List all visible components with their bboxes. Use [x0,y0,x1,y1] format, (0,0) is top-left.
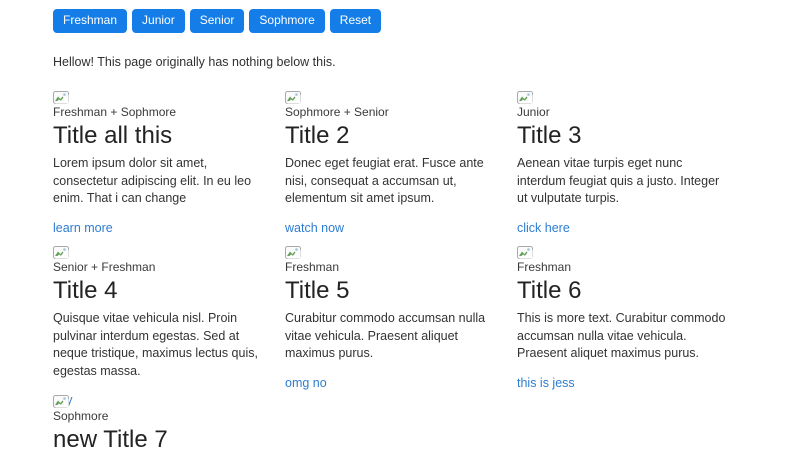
broken-image-icon [53,394,69,408]
image-alt-text: Senior + Freshman [53,259,156,274]
card-body-text: Quisque vitae vehicula nisl. Proin pulvi… [53,311,258,378]
card-body-text: Lorem ipsum dolor sit amet, consectetur … [53,156,252,206]
reset-button[interactable]: Reset [329,9,382,33]
image-alt-text: Sophmore + Senior [285,104,389,119]
card-body-text: This is more text. Curabitur commodo acc… [517,311,726,361]
broken-image-icon [53,245,69,259]
card-title: Title 3 [517,121,582,149]
image-alt-text: Freshman [517,259,572,274]
content-card: Sophmore new Title 7 [53,394,285,459]
card-body-text: Aenean vitae turpis eget nunc interdum f… [517,156,720,206]
filter-button-sophmore[interactable]: Sophmore [249,9,325,33]
image-alt-text: Freshman [285,259,340,274]
filter-button-senior[interactable]: Senior [189,9,245,33]
content-card: Freshman Title 5 Curabitur commodo accum… [285,245,517,392]
content-card: Freshman + Sophmore Title all this Lorem… [53,90,285,237]
card-grid: Freshman + Sophmore Title all this Lorem… [53,90,749,459]
page: Freshman Junior Senior Sophmore Reset He… [0,0,800,459]
card-title: Title all this [53,121,173,149]
filter-button-junior[interactable]: Junior [132,9,185,33]
image-alt-text: Sophmore [53,408,109,423]
card-title: Title 4 [53,276,118,304]
filter-toolbar: Freshman Junior Senior Sophmore Reset [53,9,749,33]
content-card: Senior + Freshman Title 4 Quisque vitae … [53,245,285,409]
card-body-text: Curabitur commodo accumsan nulla vitae v… [285,311,486,361]
broken-image-icon [53,90,69,104]
card-title: new Title 7 [53,425,168,453]
card-title: Title 6 [517,276,582,304]
card-link[interactable]: click here [517,221,570,235]
card-link[interactable]: this is jess [517,376,575,390]
content-card: Junior Title 3 Aenean vitae turpis eget … [517,90,749,237]
broken-image-icon [517,245,533,259]
broken-image-icon [285,90,301,104]
card-link[interactable]: learn more [53,221,113,235]
card-body-text: Donec eget feugiat erat. Fusce ante nisi… [285,156,484,206]
card-title: Title 2 [285,121,350,149]
broken-image-icon [285,245,301,259]
greeting-text: Hellow! This page originally has nothing… [53,54,336,69]
image-alt-text: Freshman + Sophmore [53,104,177,119]
card-link[interactable]: watch now [285,221,344,235]
card-title: Title 5 [285,276,350,304]
content-card: Freshman Title 6 This is more text. Cura… [517,245,749,392]
image-alt-text: Junior [517,104,550,119]
card-link[interactable]: omg no [285,376,327,390]
broken-image-icon [517,90,533,104]
filter-button-freshman[interactable]: Freshman [53,9,128,33]
content-card: Sophmore + Senior Title 2 Donec eget feu… [285,90,517,237]
